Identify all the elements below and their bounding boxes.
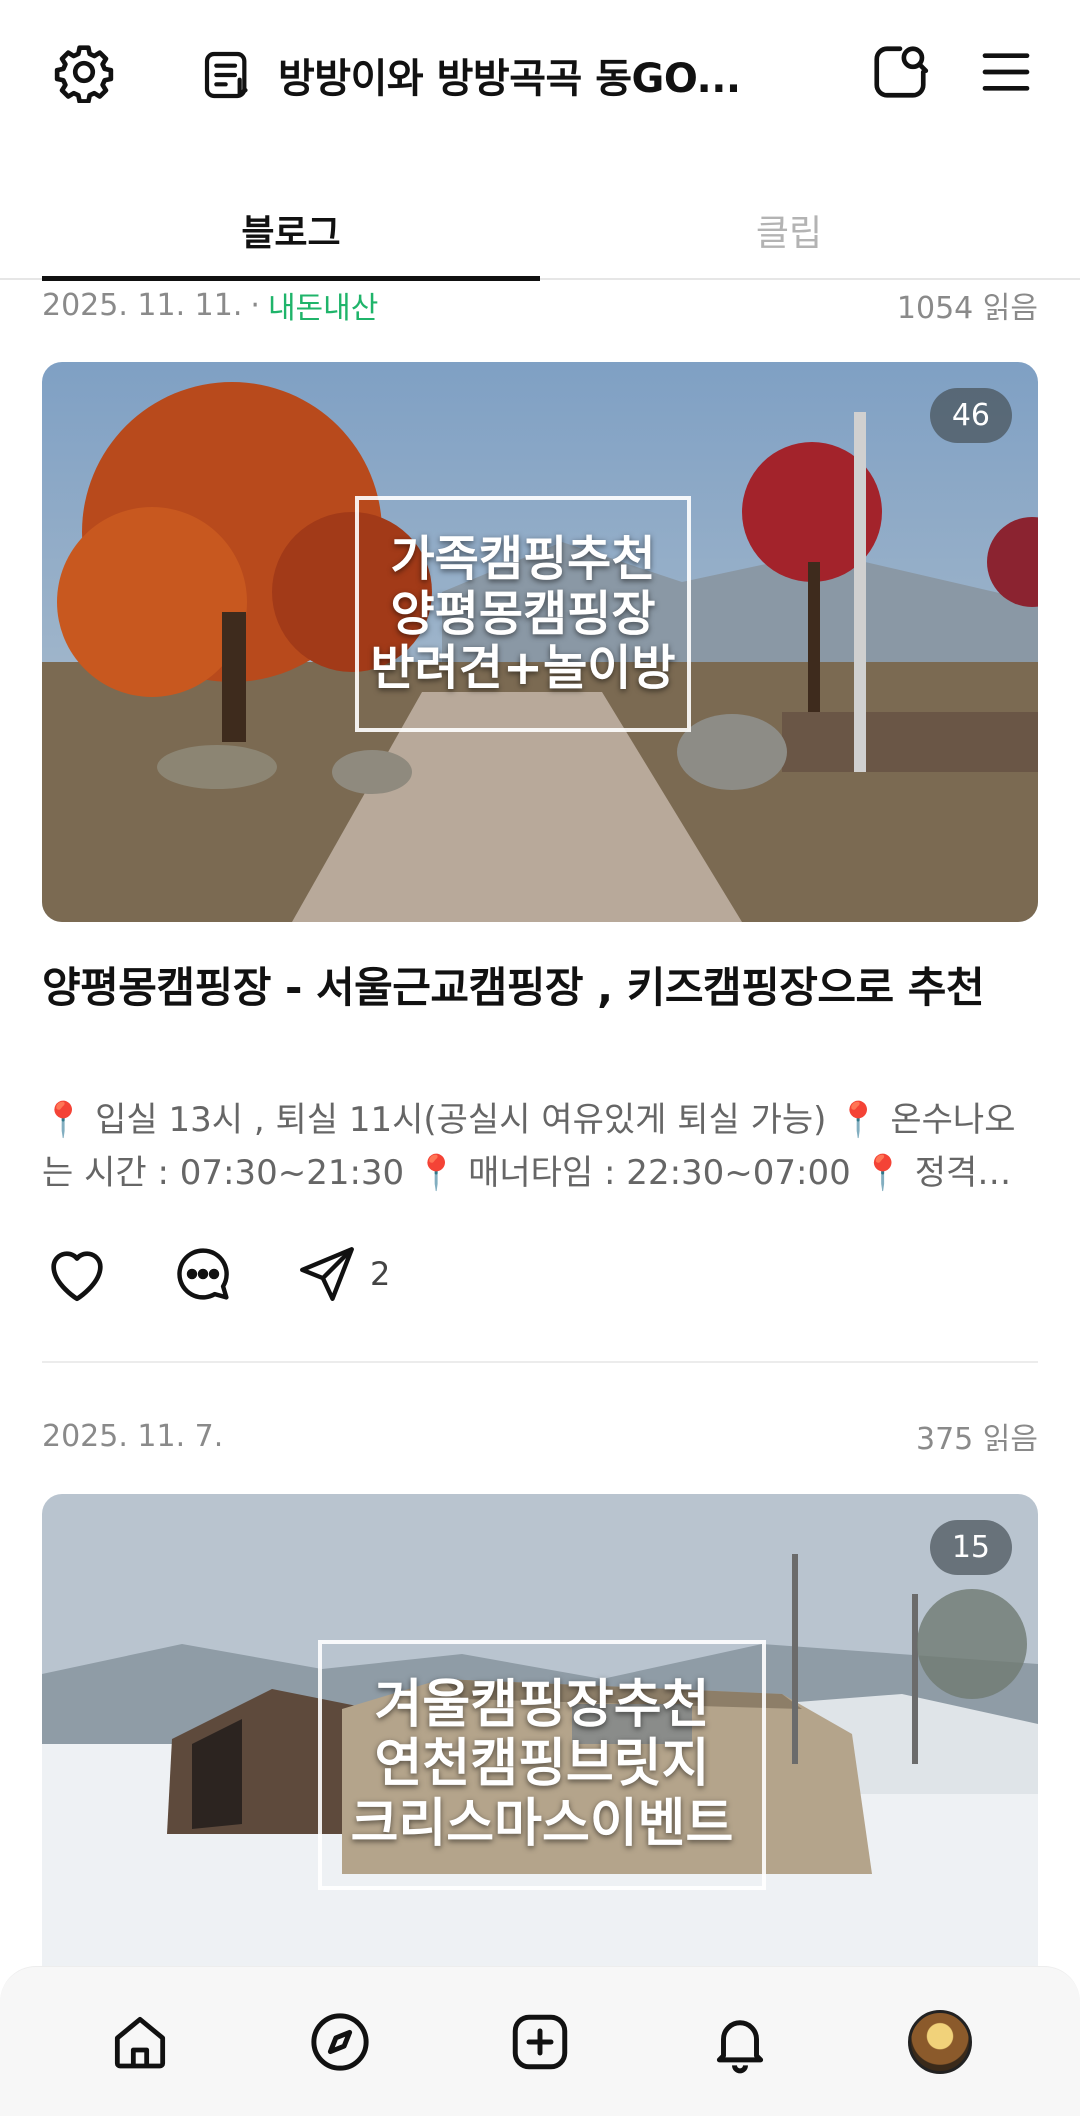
- menu-button[interactable]: [970, 36, 1042, 108]
- nav-notifications[interactable]: [695, 1997, 785, 2087]
- thumbnail-caption-box: 겨울캠핑장추천 연천캠핑브릿지 크리스마스이벤트: [318, 1640, 766, 1890]
- thumbnail-caption-box: 가족캠핑추천 양평몽캠핑장 반려견+놀이방: [355, 496, 691, 732]
- profile-avatar: [908, 2009, 972, 2074]
- nav-write[interactable]: [495, 1997, 585, 2087]
- post-category[interactable]: 내돈내산: [268, 283, 378, 327]
- comment-button[interactable]: [170, 1241, 236, 1307]
- gear-icon: [54, 45, 114, 103]
- share-button[interactable]: 2: [294, 1241, 390, 1307]
- send-icon: [300, 1247, 354, 1301]
- bottom-navigation: [0, 1966, 1080, 2116]
- tab-clip[interactable]: 클립: [540, 180, 1038, 280]
- post-title[interactable]: 양평몽캠핑장 - 서울근교캠핑장 , 키즈캠핑장으로 추천: [42, 958, 1038, 1019]
- nav-explore[interactable]: [295, 1997, 385, 2087]
- home-icon: [114, 2016, 166, 2068]
- post-actions: 2: [42, 1234, 642, 1314]
- active-tab-indicator: [42, 276, 540, 281]
- caption-line: 연천캠핑브릿지: [374, 1734, 710, 1795]
- nav-profile[interactable]: [895, 1997, 985, 2087]
- blog-title: 방방이와 방방곡곡 동GO...: [278, 56, 741, 102]
- add-post-icon: [512, 2014, 568, 2069]
- notification-bell-icon: [716, 2019, 764, 2073]
- post-meta: 2025. 11. 7. 375 읽음: [42, 1414, 1038, 1458]
- menu-icon: [982, 53, 1030, 91]
- meta-separator: ·: [250, 287, 260, 323]
- share-count: 2: [370, 1255, 391, 1293]
- image-count-badge: 46: [929, 388, 1012, 443]
- compass-icon: [311, 2012, 369, 2071]
- top-app-bar: 방방이와 방방곡곡 동GO...: [0, 0, 1080, 150]
- caption-line: 크리스마스이벤트: [350, 1793, 734, 1854]
- blog-search-button[interactable]: [864, 36, 936, 108]
- post-thumbnail[interactable]: 가족캠핑추천 양평몽캠핑장 반려견+놀이방 46: [42, 362, 1038, 922]
- caption-line: 양평몽캠핑장: [390, 585, 656, 642]
- post-date: 2025. 11. 11.: [42, 287, 243, 323]
- image-count-badge: 15: [929, 1520, 1012, 1575]
- post-excerpt[interactable]: 📍 입실 13시 , 퇴실 11시(공실시 여유있게 퇴실 가능) 📍 온수나오…: [42, 1094, 1038, 1200]
- tab-blog[interactable]: 블로그: [42, 180, 540, 280]
- caption-line: 가족캠핑추천: [390, 530, 656, 587]
- search-icon: [874, 46, 929, 98]
- like-button[interactable]: [42, 1239, 112, 1309]
- post-meta: 2025. 11. 11. · 내돈내산 1054 읽음: [42, 283, 1038, 327]
- post-divider: [42, 1361, 1038, 1363]
- post-date: 2025. 11. 7.: [42, 1418, 224, 1454]
- caption-line: 겨울캠핑장추천: [374, 1675, 710, 1736]
- read-count: 1054 읽음: [896, 291, 1038, 326]
- nav-home[interactable]: [95, 1997, 185, 2087]
- blog-title-area[interactable]: 방방이와 방방곡곡 동GO...: [200, 40, 800, 110]
- blog-list-icon: [204, 51, 248, 99]
- comment-icon: [177, 1248, 229, 1300]
- settings-button[interactable]: [48, 36, 120, 108]
- content-tabs: 블로그 클립: [0, 180, 1080, 281]
- heart-icon: [51, 1251, 103, 1302]
- read-count: 375 읽음: [916, 1422, 1038, 1457]
- caption-line: 반려견+놀이방: [370, 640, 676, 697]
